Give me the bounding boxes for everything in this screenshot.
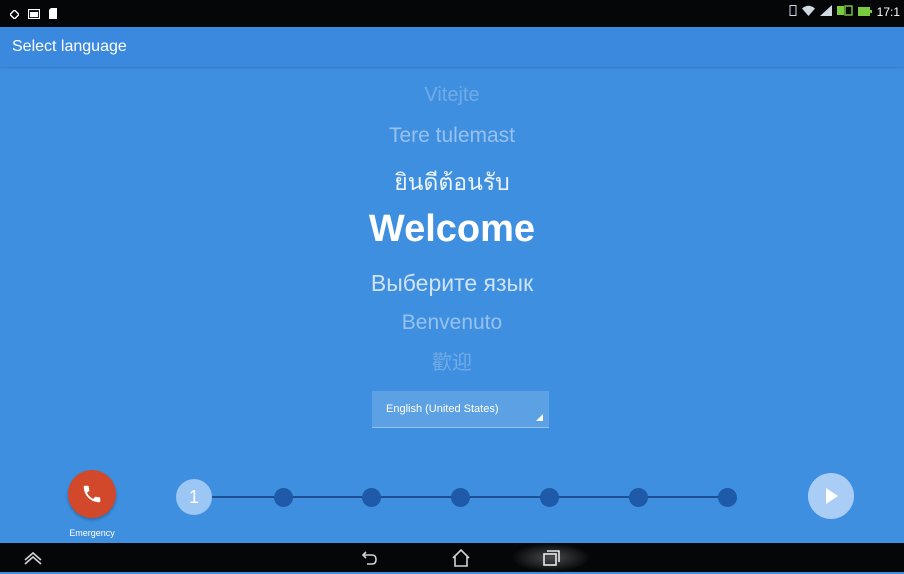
vibrate-icon [789, 5, 797, 19]
page-title: Select language [12, 38, 127, 55]
emergency-call-button[interactable] [68, 470, 116, 518]
language-dropdown-value: English (United States) [386, 403, 499, 415]
location-icon [9, 6, 20, 24]
screenshot-icon [24, 551, 42, 565]
language-dropdown[interactable]: English (United States) [372, 391, 549, 428]
system-nav-bar [0, 543, 904, 572]
step-dot [629, 488, 648, 507]
language-option-czech[interactable]: Vitejte [0, 84, 904, 107]
current-step-indicator: 1 [176, 479, 212, 515]
app-bar: Select language [0, 27, 904, 67]
back-icon [361, 551, 377, 565]
status-bar: 17:1 [0, 0, 904, 27]
step-dot [362, 488, 381, 507]
status-left-icons [9, 6, 57, 24]
recent-apps-button[interactable] [540, 547, 562, 569]
language-option-thai[interactable]: ยินดีต้อนรับ [0, 165, 904, 201]
step-dot [274, 488, 293, 507]
language-option-estonian[interactable]: Tere tulemast [0, 124, 904, 148]
language-picker[interactable]: Vitejte Tere tulemast ยินดีต้อนรับ Welco… [0, 70, 904, 390]
data-icon [836, 5, 853, 19]
language-option-russian[interactable]: Выберите язык [0, 270, 904, 297]
gallery-icon [27, 6, 41, 24]
step-dot [718, 488, 737, 507]
next-button[interactable] [808, 473, 854, 519]
dropdown-caret-icon [536, 414, 543, 421]
home-icon [452, 548, 470, 567]
language-option-selected[interactable]: Welcome [0, 208, 904, 251]
phone-icon [83, 485, 101, 503]
status-right-icons: 17:1 [789, 5, 900, 19]
back-button[interactable] [358, 547, 380, 569]
screenshot-button[interactable] [22, 547, 44, 569]
home-button[interactable] [450, 547, 472, 569]
setup-progress: 1 [176, 479, 746, 515]
emergency-label: Emergency [69, 528, 115, 538]
language-option-chinese[interactable]: 歡迎 [0, 346, 904, 375]
sd-card-icon [49, 6, 57, 24]
wifi-icon [801, 5, 815, 19]
signal-icon [819, 5, 832, 19]
step-dot [451, 488, 470, 507]
recent-apps-icon [543, 550, 560, 566]
language-option-italian[interactable]: Benvenuto [0, 311, 904, 335]
battery-icon [857, 5, 872, 19]
status-time: 17:1 [876, 5, 900, 19]
play-arrow-icon [826, 488, 838, 504]
step-dot [540, 488, 559, 507]
